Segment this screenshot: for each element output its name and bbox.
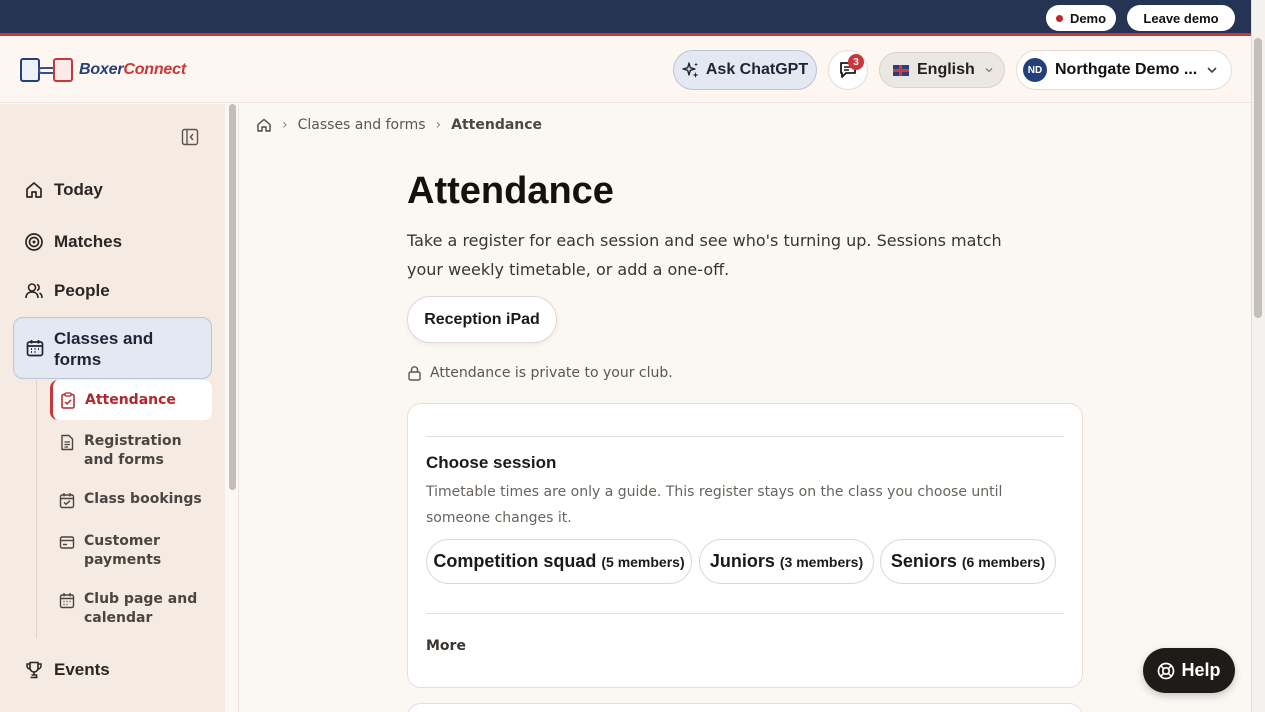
calendar-icon	[26, 340, 44, 357]
breadcrumb-current: Attendance	[451, 117, 543, 133]
breadcrumb: › Classes and forms › Attendance	[256, 117, 542, 133]
sidebar-scrollbar-thumb[interactable]	[229, 104, 236, 490]
sidebar-item-label: Events	[54, 660, 110, 679]
page-title: Attendance	[407, 170, 614, 212]
app-header: BoxerConnect Ask ChatGPT 3 English ND No…	[0, 38, 1251, 103]
demo-status-dot	[1055, 14, 1063, 22]
sidebar-item-matches[interactable]: Matches	[14, 232, 212, 252]
organisation-switcher[interactable]: ND Northgate Demo ...	[1016, 50, 1232, 90]
breadcrumb-parent-link[interactable]: Classes and forms	[298, 117, 426, 133]
help-button[interactable]: Help	[1143, 648, 1235, 693]
language-label: English	[917, 61, 975, 78]
sidebar-subitem-label: Club page and calendar	[84, 591, 198, 626]
messages-count-badge: 3	[848, 54, 864, 70]
sidebar-item-label: Today	[54, 180, 103, 199]
logo[interactable]: BoxerConnect	[20, 57, 186, 83]
sidebar-item-events[interactable]: Events	[14, 660, 212, 680]
card-title: Choose session	[426, 453, 557, 472]
more-toggle[interactable]: More	[426, 638, 466, 654]
avatar: ND	[1023, 58, 1047, 82]
demo-label: Demo	[1069, 10, 1107, 26]
privacy-note-text: Attendance is private to your club.	[430, 365, 673, 381]
session-option-competition-squad[interactable]: Competition squad (5 members)	[426, 539, 692, 584]
logo-text: BoxerConnect	[79, 61, 186, 78]
session-option-seniors[interactable]: Seniors (6 members)	[880, 539, 1056, 584]
next-card	[407, 703, 1083, 712]
privacy-note: Attendance is private to your club.	[407, 365, 673, 381]
help-label: Help	[1181, 660, 1221, 680]
people-icon	[25, 283, 43, 299]
target-icon	[25, 233, 43, 251]
breadcrumb-separator: ›	[282, 117, 288, 133]
lock-icon	[408, 366, 421, 381]
sidebar-subitem-label: Attendance	[85, 391, 176, 408]
divider	[426, 613, 1064, 614]
session-name: Seniors	[890, 551, 957, 571]
chevron-down-icon	[985, 68, 993, 73]
sidebar-subitem-label: Registration and forms	[84, 433, 182, 468]
uk-flag-icon	[893, 64, 909, 76]
card-description: Timetable times are only a guide. This r…	[426, 484, 1003, 526]
leave-demo-button[interactable]: Leave demo	[1127, 5, 1235, 31]
ask-chatgpt-button[interactable]: Ask ChatGPT	[673, 50, 817, 90]
sidebar-item-people[interactable]: People	[14, 281, 212, 301]
top-banner: Demo Leave demo	[0, 0, 1251, 36]
calendar-icon	[59, 593, 75, 609]
language-select[interactable]: English	[879, 52, 1005, 88]
lifebuoy-icon	[1158, 662, 1175, 679]
session-name: Competition squad	[433, 551, 597, 571]
sidebar-subitem-class-bookings[interactable]: Class bookings	[50, 490, 212, 509]
sidebar: Today Matches People Classes and forms A…	[0, 104, 228, 712]
ask-chatgpt-label: Ask ChatGPT	[705, 61, 809, 78]
sidebar-subitem-label: Class bookings	[84, 491, 202, 507]
sparkle-icon	[682, 62, 699, 78]
sidebar-subitem-customer-payments[interactable]: Customer payments	[50, 532, 212, 570]
sidebar-subitem-label: Customer payments	[84, 533, 162, 568]
divider	[426, 436, 1064, 437]
wallet-icon	[59, 536, 75, 549]
sidebar-subitem-registration-and-forms[interactable]: Registration and forms	[50, 432, 212, 470]
sidebar-item-label: Matches	[54, 232, 123, 251]
sidebar-item-today[interactable]: Today	[14, 180, 212, 200]
session-option-juniors[interactable]: Juniors (3 members)	[699, 539, 874, 584]
home-icon	[26, 182, 42, 198]
logo-icon	[20, 57, 74, 83]
home-icon[interactable]	[256, 117, 272, 133]
messages-button[interactable]: 3	[828, 50, 868, 90]
page-scrollbar-thumb[interactable]	[1254, 38, 1262, 318]
page-description: Take a register for each session and see…	[407, 231, 1002, 279]
submenu-guide-line	[36, 380, 37, 638]
sidebar-subitem-club-page-and-calendar[interactable]: Club page and calendar	[50, 590, 212, 628]
organisation-name: Northgate Demo ...	[1055, 61, 1198, 78]
session-card: Choose session Timetable times are only …	[407, 403, 1083, 688]
chevron-down-icon	[1207, 67, 1217, 74]
session-name: Juniors	[709, 551, 775, 571]
trophy-icon	[26, 661, 42, 679]
calendar-check-icon	[59, 493, 75, 509]
sidebar-item-label: People	[54, 281, 110, 300]
demo-badge: Demo	[1046, 5, 1116, 31]
sidebar-subitem-attendance[interactable]: Attendance	[50, 380, 212, 420]
session-member-count: (6 members)	[961, 553, 1046, 570]
document-icon	[61, 434, 74, 451]
sidebar-item-classes-and-forms[interactable]: Classes and forms	[13, 317, 212, 379]
breadcrumb-separator: ›	[435, 117, 442, 133]
session-member-count: (3 members)	[779, 553, 864, 570]
device-selector-button[interactable]: Reception iPad	[407, 296, 557, 343]
clipboard-check-icon	[61, 391, 75, 409]
sidebar-item-label: Classes and forms	[54, 329, 154, 369]
session-member-count: (5 members)	[601, 553, 685, 570]
collapse-sidebar-icon[interactable]	[181, 128, 199, 146]
